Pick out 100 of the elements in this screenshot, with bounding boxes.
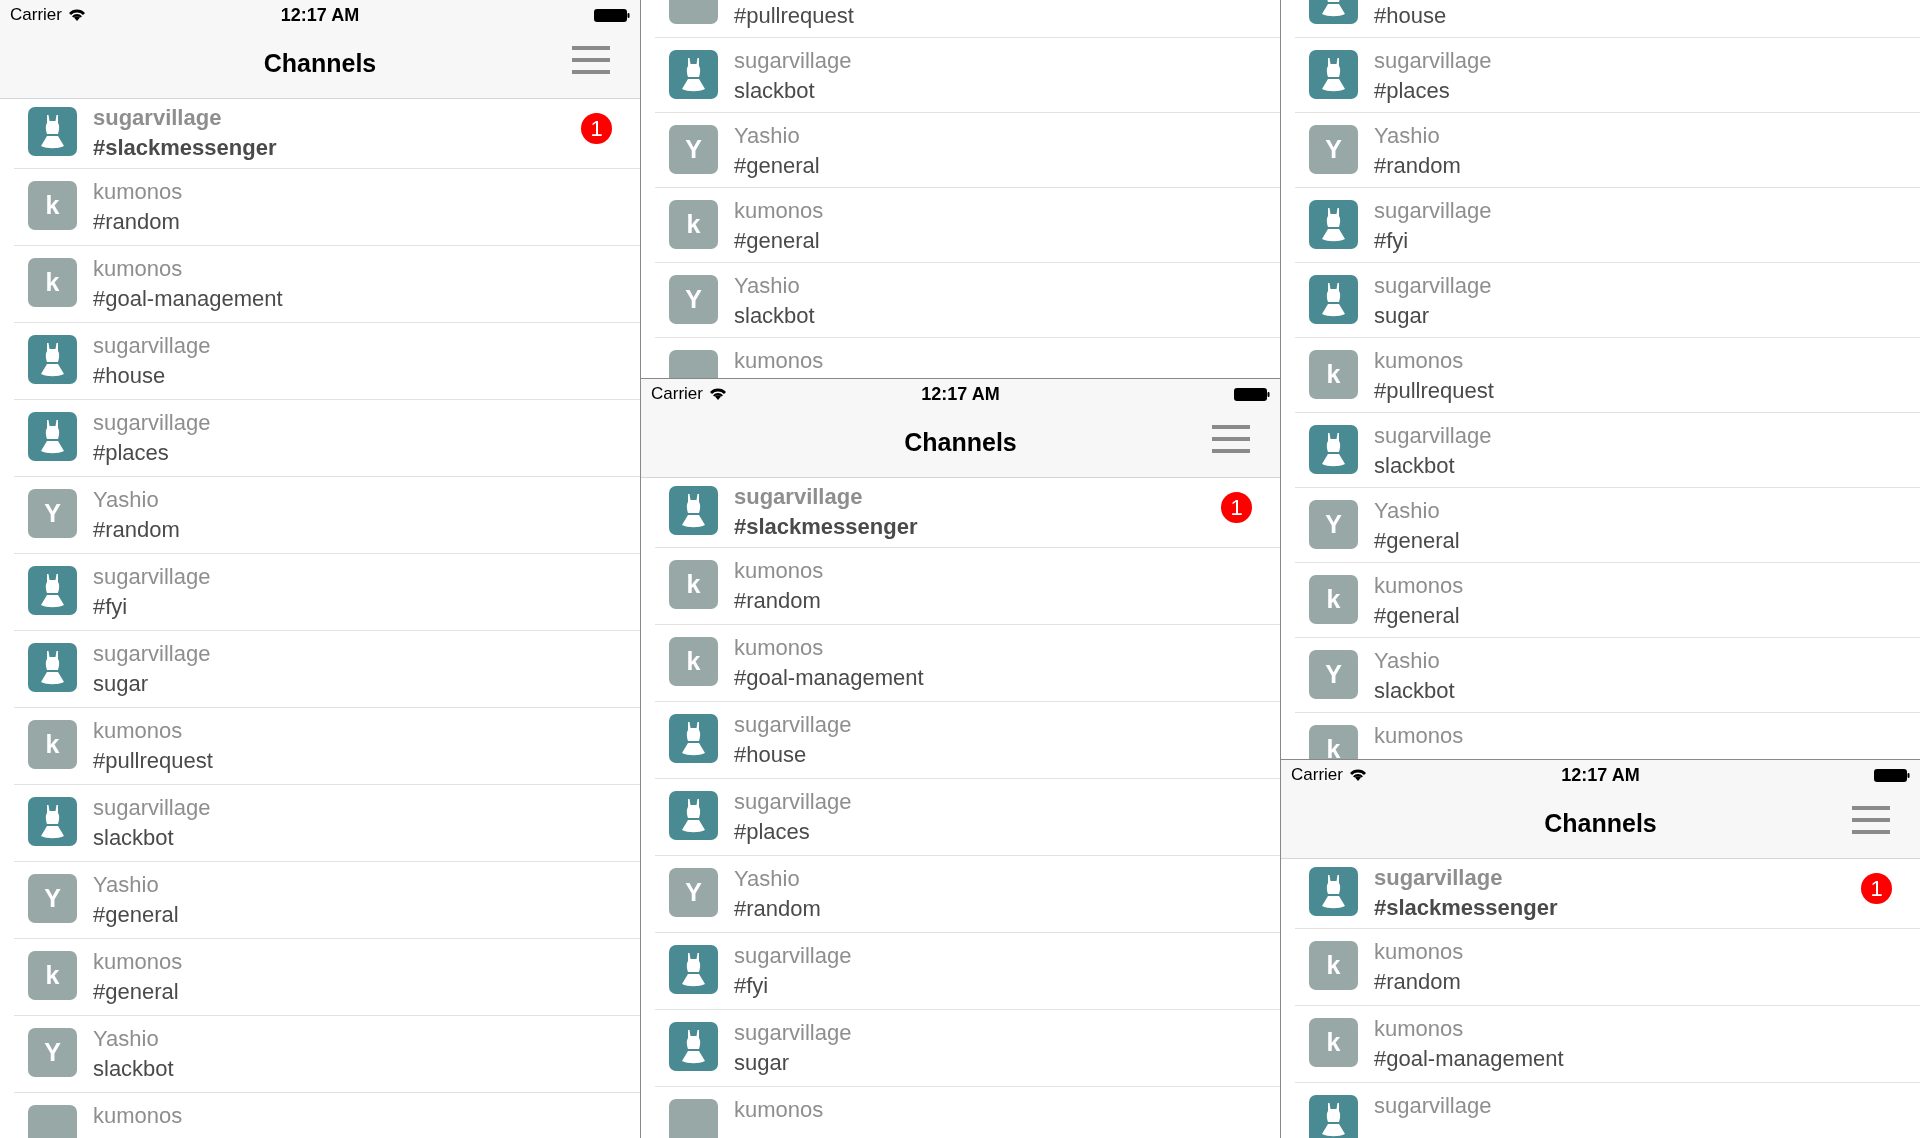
status-time: 12:17 AM [280,3,360,27]
letter-avatar: Y [669,275,718,324]
carrier-label: Carrier [10,4,62,27]
user-name: kumonos [93,1102,183,1130]
user-name: Yashio [734,122,801,150]
dress-icon [28,335,77,384]
channel-row[interactable]: #pullrequest [655,0,1280,38]
channel-name: #general [734,152,820,180]
channel-name: #general [93,978,180,1006]
screen-title: Channels [1544,808,1657,840]
letter-avatar: k [28,951,77,1000]
dress-icon [1309,425,1358,474]
battery-icon [1234,386,1270,402]
wifi-icon [67,8,86,22]
letter-avatar: Y [1309,125,1358,174]
user-name: sugarvillage [93,794,211,822]
user-name: sugarvillage [1374,47,1492,75]
user-name: Yashio [734,272,801,300]
user-name: kumonos [1374,1015,1465,1043]
dress-icon [669,50,718,99]
user-name: sugarvillage [1374,197,1492,225]
user-name: kumonos [1374,572,1464,600]
channel-name: #random [93,516,180,544]
letter-avatar: Y [28,489,77,538]
user-name: kumonos [93,178,183,206]
battery-icon [594,7,630,23]
user-name: sugarvillage [734,711,852,739]
channel-name: #random [734,587,822,615]
user-name: sugarvillage [734,47,852,75]
letter-avatar: k [1309,575,1358,624]
user-name: sugarvillage [734,788,852,816]
channel-row[interactable]: #house [1295,0,1920,38]
user-name: sugarvillage [93,563,211,591]
unread-badge: 1 [1861,873,1892,904]
user-name: Yashio [1374,497,1441,525]
letter-avatar: k [669,200,718,249]
status-time: 12:17 AM [1561,763,1640,787]
dress-icon [28,797,77,846]
wifi-icon [1348,768,1367,782]
channel-name: slackbot [93,1055,174,1083]
channel-name: #fyi [93,593,129,621]
channel-name: sugar [734,1049,791,1077]
letter-avatar: k [669,560,718,609]
user-name: Yashio [93,871,160,899]
letter-avatar: Y [28,874,77,923]
letter-avatar: k [1309,1018,1358,1067]
channel-name: #random [1374,152,1461,180]
user-name: sugarvillage [1374,272,1492,300]
user-name: kumonos [734,197,824,225]
user-name: kumonos [93,948,183,976]
user-name: sugarvillage [734,483,864,511]
user-name: sugarvillage [734,1019,852,1047]
menu-button[interactable] [572,46,610,74]
letter-avatar: Y [1309,650,1358,699]
channel-name: #fyi [734,972,770,1000]
wifi-icon [708,387,727,401]
channel-name: #house [1374,2,1447,30]
menu-button[interactable] [1212,425,1250,453]
channel-name: #general [1374,602,1461,630]
avatar-square [669,1099,718,1138]
user-name: sugarvillage [734,942,852,970]
channel-name: #slackmessenger [1374,894,1558,922]
dress-icon [669,714,718,763]
user-name: Yashio [93,1025,160,1053]
channel-name: #general [93,901,179,929]
channel-name: slackbot [1374,677,1455,705]
dress-icon [669,791,718,840]
channel-name: slackbot [1374,452,1456,480]
user-name: sugarvillage [93,640,211,668]
user-name: sugarvillage [93,332,211,360]
letter-avatar: Y [669,125,718,174]
user-name: kumonos [734,1096,824,1124]
user-name: sugarvillage [93,104,223,132]
channel-name: #general [1374,527,1460,555]
user-name: kumonos [734,347,824,375]
letter-avatar: k [28,181,77,230]
user-name: Yashio [93,486,160,514]
dress-icon [1309,1095,1358,1138]
dress-icon [28,566,77,615]
screen-title: Channels [263,48,377,80]
letter-avatar: k [28,720,77,769]
channel-name: #places [1374,77,1451,105]
user-name: kumonos [93,717,184,745]
letter-avatar: Y [1309,500,1358,549]
dress-icon [28,643,77,692]
channel-name: #pullrequest [1374,377,1494,405]
channel-name: #places [734,818,811,846]
user-name: kumonos [1374,722,1464,750]
letter-avatar: Y [28,1028,77,1077]
dress-icon [1309,275,1358,324]
carrier-label: Carrier [1291,764,1343,787]
channel-name: #house [734,741,808,769]
channel-name: #slackmessenger [734,513,918,541]
channel-name: slackbot [734,302,815,330]
letter-avatar: Y [669,868,718,917]
dress-icon [1309,50,1358,99]
channel-name: #pullrequest [734,2,854,30]
unread-badge: 1 [581,113,612,144]
dress-icon [28,107,77,156]
menu-button[interactable] [1852,806,1890,834]
